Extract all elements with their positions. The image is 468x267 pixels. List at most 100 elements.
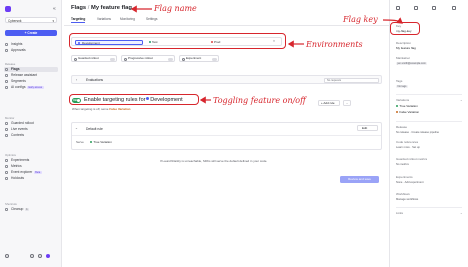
maintainer-value[interactable]: jen.smith@example.com <box>396 62 428 65</box>
divider <box>396 207 462 208</box>
experiments-label: Experiments <box>396 175 413 179</box>
default-rule-title: Default rule <box>86 126 103 131</box>
progressive-rollout-button[interactable]: Progressive rollout <box>121 55 175 62</box>
off-variation-value[interactable]: False Variation <box>109 107 130 111</box>
workflows-label: Workflows <box>396 192 410 196</box>
sidebar-item-cleanup[interactable]: Cleanup 1 <box>4 207 58 212</box>
help-icon[interactable] <box>5 253 9 258</box>
avatar[interactable] <box>46 253 50 258</box>
experiments-icon <box>5 159 8 162</box>
description-label: Description <box>396 41 412 45</box>
flag-icon <box>5 68 8 71</box>
segments-icon <box>5 80 8 83</box>
code-references-value[interactable]: Learn more · Set up <box>396 146 420 149</box>
event-explorer-icon <box>5 171 8 174</box>
environments-highlight-box <box>69 33 286 49</box>
more-options-button[interactable]: ... <box>343 100 351 106</box>
launchdarkly-logo <box>5 6 11 12</box>
sidebar-item-segments[interactable]: Segments <box>4 79 58 84</box>
beta-badge: Beta <box>33 170 42 174</box>
tab-targeting[interactable]: Targeting <box>71 17 86 23</box>
release-assistant-icon <box>5 74 8 77</box>
sidebar-item-insights[interactable]: Insights <box>4 42 58 47</box>
ai-configs-icon <box>5 86 8 89</box>
sidebar-footer <box>5 252 59 260</box>
evaluations-range-select[interactable]: No requests <box>324 77 379 83</box>
release-label: Release <box>396 125 408 129</box>
more-icon[interactable] <box>452 6 456 10</box>
sidebar-item-holdouts[interactable]: Holdouts <box>4 176 58 181</box>
project-switcher[interactable]: Cybersnk ▾ <box>5 17 57 23</box>
sidebar-item-experiments[interactable]: Experiments <box>4 158 58 163</box>
sidebar-icon[interactable] <box>396 6 400 10</box>
section-monitor: Monitor <box>5 116 15 120</box>
variation-false: False Variation <box>396 110 419 114</box>
edit-default-rule-button[interactable]: Edit <box>357 125 378 131</box>
cleanup-icon <box>5 208 8 211</box>
guarded-metrics-label: Guarded rollout metrics <box>396 157 428 161</box>
tab-monitoring[interactable]: Monitoring <box>120 17 135 21</box>
chevron-down-icon[interactable]: ⌄ <box>460 98 463 102</box>
flag-key-highlight-box <box>390 22 420 35</box>
tags-value[interactable]: No tags <box>396 85 408 88</box>
annotation-toggle: Toggling feature on/off <box>213 96 306 105</box>
guarded-metrics-value: No metrics <box>396 163 409 166</box>
early-access-badge: Early access <box>26 85 44 89</box>
gear-icon[interactable] <box>432 6 436 10</box>
links-label: Links <box>396 211 404 215</box>
settings-icon[interactable] <box>38 253 42 258</box>
toggle-highlight-box <box>69 94 199 105</box>
divider <box>396 94 462 95</box>
evaluations-label: Evaluations <box>86 78 104 83</box>
sidebar-item-approvals[interactable]: Approvals <box>4 48 58 53</box>
variations-label: Variations <box>396 98 410 102</box>
sidebar-item-live-events[interactable]: Live events <box>4 127 58 132</box>
tags-label: Tags <box>396 79 403 83</box>
experiment-button[interactable]: Experiment <box>179 55 219 62</box>
default-rule-card: ⌄ Default rule Edit Serve True Variation <box>71 122 382 150</box>
maintainer-label: Maintainer <box>396 56 411 60</box>
holdouts-icon <box>5 177 8 180</box>
serve-value[interactable]: True Variation <box>90 140 112 144</box>
sidebar-item-flags[interactable]: Flags <box>4 67 58 72</box>
tab-settings[interactable]: Settings <box>146 17 158 21</box>
sidebar-item-release-assistant[interactable]: Release assistant <box>4 73 58 78</box>
notifications-icon[interactable] <box>30 253 34 258</box>
unreachable-note: If LaunchDarkly is unreachable, SDKs wil… <box>160 159 268 163</box>
chevron-right-icon: › <box>76 77 78 82</box>
experiments-value[interactable]: None · Add experiment <box>396 181 424 184</box>
live-events-icon <box>5 128 8 131</box>
toggle-icon <box>211 57 217 61</box>
chevron-down-icon[interactable]: ⌄ <box>460 211 463 215</box>
annotation-flag-key: Flag key <box>343 15 378 24</box>
flag-name: My feature flag <box>90 5 132 11</box>
annotation-environments: Environments <box>306 40 363 49</box>
sidebar-item-event-explorer[interactable]: Event explorer Beta <box>4 170 58 175</box>
sidebar-item-ai-configs[interactable]: AI configs Early access <box>4 85 58 90</box>
breadcrumb-flags[interactable]: Flags <box>71 5 86 11</box>
section-optimize: Optimize <box>5 153 17 157</box>
release-value[interactable]: No release · Create release pipeline <box>396 131 439 134</box>
workflows-value[interactable]: Manage workflows <box>396 198 418 201</box>
annotation-flag-name: Flag name <box>154 4 197 13</box>
add-rule-button[interactable]: + Add rule <box>318 100 340 106</box>
flask-icon <box>181 57 185 61</box>
tab-variations[interactable]: Variations <box>97 17 111 21</box>
evaluations-panel[interactable]: › Evaluations No requests <box>71 75 382 84</box>
link-icon[interactable] <box>414 6 418 10</box>
review-and-save-button[interactable]: Review and save <box>340 176 379 183</box>
flag-details-panel: Key my-flag-key Description My feature f… <box>389 0 468 267</box>
chevron-down-icon[interactable]: ⌄ <box>75 126 78 130</box>
approvals-icon <box>5 49 8 52</box>
collapse-sidebar-icon[interactable]: « <box>53 6 56 12</box>
divider <box>72 135 381 136</box>
shield-icon <box>73 57 77 61</box>
metrics-icon <box>5 165 8 168</box>
sidebar-item-guarded-rollout[interactable]: Guarded rollout <box>4 121 58 126</box>
create-button[interactable]: + Create <box>5 30 57 36</box>
sidebar-item-metrics[interactable]: Metrics <box>4 164 58 169</box>
header-divider <box>64 25 389 26</box>
guarded-rollout-button[interactable]: Guarded rollout <box>71 55 117 62</box>
variation-true: True Variation <box>396 104 418 108</box>
sidebar-item-contexts[interactable]: Contexts <box>4 133 58 138</box>
